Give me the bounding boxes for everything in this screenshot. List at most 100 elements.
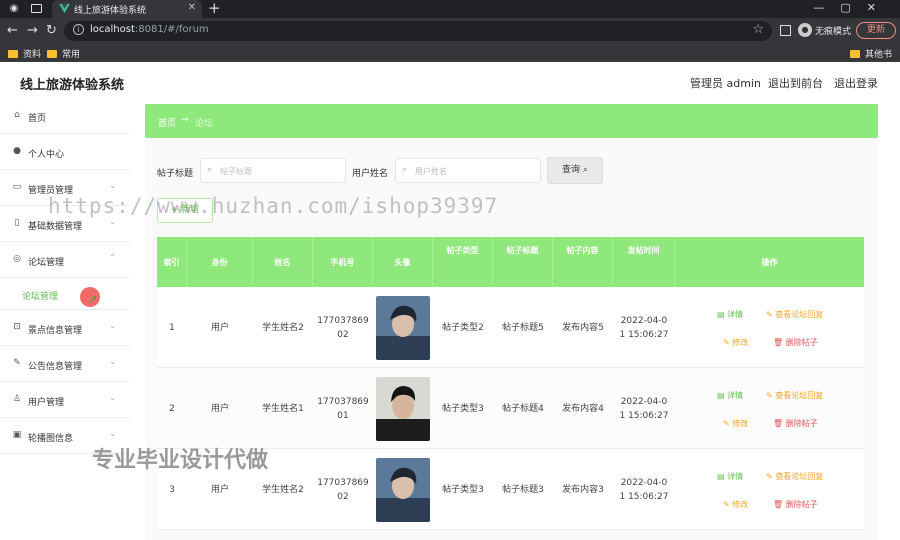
sidebar-item-users[interactable]: ♙ 用户管理 ⌄	[0, 382, 130, 418]
slogan-watermark: 专业毕业设计代做	[92, 448, 269, 473]
header-phone[interactable]: 手机号	[313, 237, 373, 287]
sidebar-item-label: 论坛管理	[28, 258, 65, 268]
cell-title: 帖子标题5	[502, 322, 544, 333]
window-controls[interactable]: —▢✕	[813, 1, 892, 14]
header-avatar[interactable]: 头像	[373, 237, 433, 287]
browser-chrome: ◉ 线上旅游体验系统 ✕ + —▢✕ ← → ↻ i localhost:808…	[0, 0, 900, 73]
delete-button[interactable]: 🗑 删除帖子	[773, 417, 818, 431]
sidebar-item-label: 轮播图信息	[28, 434, 74, 444]
back-icon[interactable]: ←	[7, 22, 18, 40]
cell-avatar	[373, 449, 433, 530]
sidebar-item-scenic[interactable]: ⊡ 景点信息管理 ⌄	[0, 310, 130, 346]
breadcrumb-home[interactable]: 首页	[158, 116, 176, 129]
cell-type: 帖子类型3	[442, 403, 484, 414]
edit-button[interactable]: ✎ 修改	[723, 498, 748, 512]
delete-button[interactable]: 🗑 删除帖子	[773, 498, 818, 512]
edit-icon: ✎	[766, 310, 773, 319]
header-type[interactable]: 帖子类型	[433, 237, 493, 287]
edit-icon: ✎	[723, 338, 730, 347]
back-to-front-link[interactable]: 退出到前台	[768, 75, 823, 91]
title-search-placeholder: 帖子标题	[220, 167, 252, 176]
detail-button[interactable]: ▤ 详情	[717, 389, 743, 403]
cell-type: 帖子类型2	[442, 322, 484, 333]
avatar[interactable]	[376, 376, 430, 441]
header-time[interactable]: 发帖时间	[613, 237, 675, 287]
globe-icon[interactable]: ◉	[8, 3, 20, 15]
sidebar-item-profile[interactable]: ● 个人中心	[0, 134, 130, 170]
forum-table: 索引 身份 姓名 手机号 头像 帖子类型 帖子标题 帖子内容 发帖时间 操作 1…	[157, 237, 864, 530]
mouse-cursor-icon: ➚	[88, 292, 99, 306]
edit-button[interactable]: ✎ 修改	[723, 417, 748, 431]
view-reply-button[interactable]: ✎ 查看论坛回复	[766, 470, 823, 484]
tab-page-icon[interactable]	[31, 4, 42, 13]
address-bar[interactable]: i localhost:8081/#/forum ☆	[64, 21, 772, 41]
sidebar-item-notice[interactable]: ✎ 公告信息管理 ⌄	[0, 346, 130, 382]
sidebar-item-forum[interactable]: ◎ 论坛管理 ⌃	[0, 242, 130, 278]
avatar[interactable]	[376, 457, 430, 522]
chevron-down-icon: ⌄	[109, 429, 116, 438]
admin-label: 管理员 admin	[690, 77, 761, 90]
bookmark-star-icon[interactable]: ☆	[752, 22, 764, 37]
cell-avatar	[373, 368, 433, 449]
breadcrumb: 首页 → 论坛	[145, 104, 878, 138]
new-tab-icon[interactable]: +	[208, 0, 221, 17]
detail-button[interactable]: ▤ 详情	[717, 470, 743, 484]
search-icon: ⌕	[207, 165, 213, 175]
cell-time: 2022-04-01 15:06:27	[619, 315, 669, 340]
folder-icon	[850, 50, 860, 58]
header-title[interactable]: 帖子标题	[493, 237, 553, 287]
folder-icon	[8, 50, 18, 58]
view-reply-button[interactable]: ✎ 查看论坛回复	[766, 389, 823, 403]
user-icon: ●	[13, 146, 21, 156]
search-button[interactable]: 查询 ⌕	[547, 157, 603, 184]
header-role[interactable]: 身份	[187, 237, 253, 287]
search-icon: ⌕	[582, 165, 588, 175]
delete-button[interactable]: 🗑 删除帖子	[773, 336, 818, 350]
sidebar-subitem-forum[interactable]: 论坛管理	[0, 278, 130, 310]
browser-tab[interactable]: 线上旅游体验系统 ✕	[52, 0, 202, 18]
document-icon: ▤	[717, 391, 725, 400]
forward-icon[interactable]: →	[27, 22, 38, 40]
view-reply-button[interactable]: ✎ 查看论坛回复	[766, 308, 823, 322]
title-search-input[interactable]: ⌕ 帖子标题	[200, 158, 346, 183]
search-icon: ⌕	[402, 165, 408, 175]
document-icon: ▤	[717, 310, 725, 319]
sidebar-item-label: 首页	[28, 114, 47, 124]
cell-name: 学生姓名2	[262, 322, 304, 333]
detail-button[interactable]: ▤ 详情	[717, 308, 743, 322]
logout-link[interactable]: 退出登录	[834, 75, 878, 91]
incognito-label: 无痕模式	[815, 27, 852, 37]
info-icon[interactable]: i	[73, 24, 84, 35]
edit-button[interactable]: ✎ 修改	[723, 336, 748, 350]
update-button[interactable]: 更新	[856, 22, 896, 39]
side-panel-icon[interactable]	[780, 25, 791, 36]
avatar[interactable]	[376, 295, 430, 360]
header-index[interactable]: 索引	[157, 237, 187, 287]
user-search-placeholder: 用户姓名	[415, 167, 447, 176]
cell-phone: 17703786902	[317, 315, 369, 340]
cell-title: 帖子标题4	[502, 403, 544, 414]
sidebar-item-home[interactable]: ⌂ 首页	[0, 98, 130, 134]
trash-icon: 🗑	[773, 338, 784, 347]
sidebar-item-label: 用户管理	[28, 398, 65, 408]
chevron-down-icon: ⌄	[109, 393, 116, 402]
edit-icon: ✎	[723, 500, 730, 509]
users-icon: ♙	[12, 394, 22, 404]
cell-content: 发布内容5	[562, 322, 604, 333]
close-icon[interactable]: ✕	[188, 2, 196, 13]
url-watermark: https://www.huzhan.com/ishop39397	[48, 194, 499, 218]
cell-index: 1	[169, 322, 175, 333]
tab-strip: ◉ 线上旅游体验系统 ✕ + —▢✕	[0, 0, 900, 18]
bookmark-folder[interactable]: 资料	[8, 47, 41, 60]
tab-title: 线上旅游体验系统	[74, 6, 147, 16]
bookmark-folder[interactable]: 常用	[47, 47, 80, 60]
header-name[interactable]: 姓名	[253, 237, 313, 287]
table-row: 2 用户 学生姓名1 17703786901 帖子类型3 帖子标题4 发布内容4…	[157, 368, 864, 449]
cell-role: 用户	[210, 403, 229, 414]
reload-icon[interactable]: ↻	[46, 22, 57, 40]
admin-icon: ▭	[12, 182, 22, 192]
main-content: 首页 → 论坛 帖子标题 ⌕ 帖子标题 用户姓名 ⌕ 用户姓名 查询 ⌕ + 新…	[145, 104, 878, 540]
header-content[interactable]: 帖子内容	[553, 237, 613, 287]
user-search-input[interactable]: ⌕ 用户姓名	[395, 158, 541, 183]
incognito-icon[interactable]: ●	[798, 23, 812, 37]
